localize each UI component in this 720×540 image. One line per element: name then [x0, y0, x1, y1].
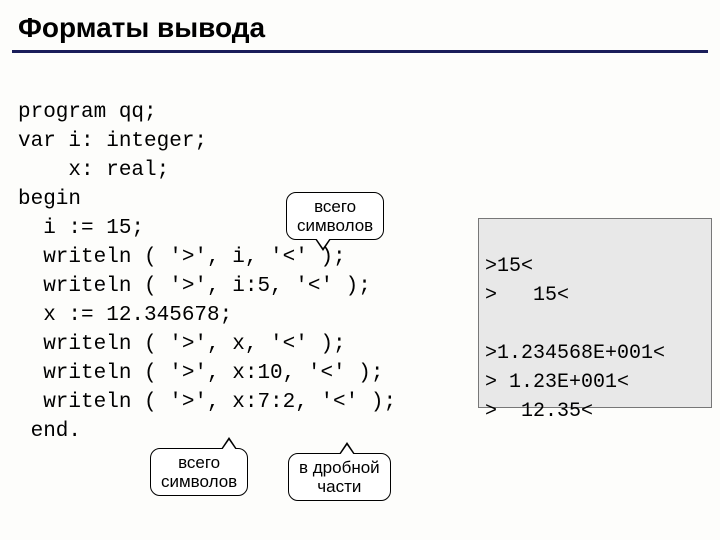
code-line: begin — [18, 188, 81, 211]
code-line: writeln ( '>', i:5, '<' ); — [18, 275, 371, 298]
code-line: x: real; — [18, 159, 169, 182]
callout-total-chars-bottom: всего символов — [150, 448, 248, 496]
code-line: end. — [18, 420, 81, 443]
title-rule — [12, 50, 708, 53]
callout-total-chars-top: всего символов — [286, 192, 384, 240]
code-line: i := 15; — [18, 217, 144, 240]
output-line: >15< — [485, 255, 533, 278]
output-box: >15< > 15< >1.234568E+001< > 1.23E+001< … — [478, 218, 712, 408]
callout-line: всего — [297, 197, 373, 216]
code-line: x := 12.345678; — [18, 304, 232, 327]
code-line: writeln ( '>', x, '<' ); — [18, 333, 346, 356]
callout-line: части — [299, 477, 380, 496]
output-line: > 1.23E+001< — [485, 371, 629, 394]
code-line: writeln ( '>', i, '<' ); — [18, 246, 346, 269]
callout-fraction-part: в дробной части — [288, 453, 391, 501]
callout-line: всего — [161, 453, 237, 472]
output-line: > 12.35< — [485, 400, 593, 423]
code-line: program qq; — [18, 101, 157, 124]
callout-line: символов — [297, 216, 373, 235]
code-line: var i: integer; — [18, 130, 207, 153]
callout-line: символов — [161, 472, 237, 491]
code-line: writeln ( '>', x:10, '<' ); — [18, 362, 383, 385]
callout-line: в дробной — [299, 458, 380, 477]
code-line: writeln ( '>', x:7:2, '<' ); — [18, 391, 396, 414]
page-title: Форматы вывода — [0, 0, 720, 50]
output-line: >1.234568E+001< — [485, 342, 665, 365]
output-line: > 15< — [485, 284, 569, 307]
